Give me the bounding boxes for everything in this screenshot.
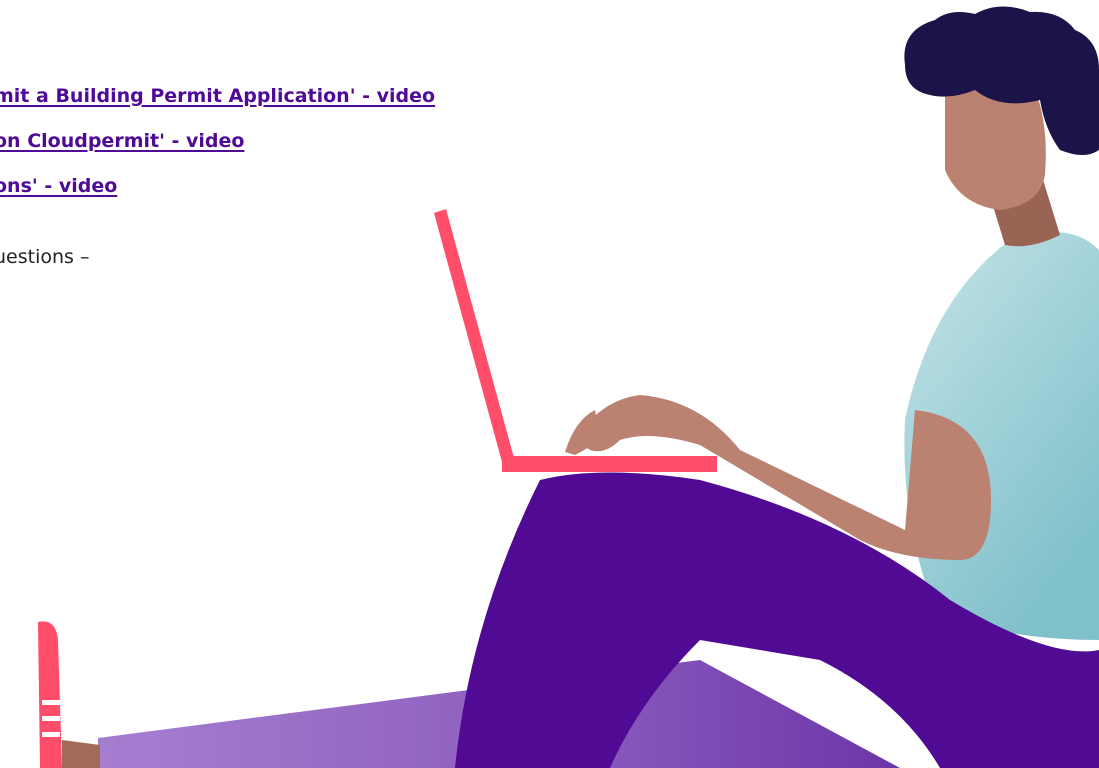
questions-text: uestions – (0, 246, 90, 268)
page: mit a Building Permit Application' - vid… (0, 0, 1099, 768)
video-links-section: mit a Building Permit Application' - vid… (0, 0, 600, 300)
shoe-graphic (38, 621, 100, 768)
cloudpermit-video-link[interactable]: on Cloudpermit' - video (0, 129, 244, 153)
building-permit-video-link[interactable]: mit a Building Permit Application' - vid… (0, 84, 435, 108)
laptop-base (502, 456, 717, 472)
options-video-link[interactable]: ons' - video (0, 174, 117, 198)
